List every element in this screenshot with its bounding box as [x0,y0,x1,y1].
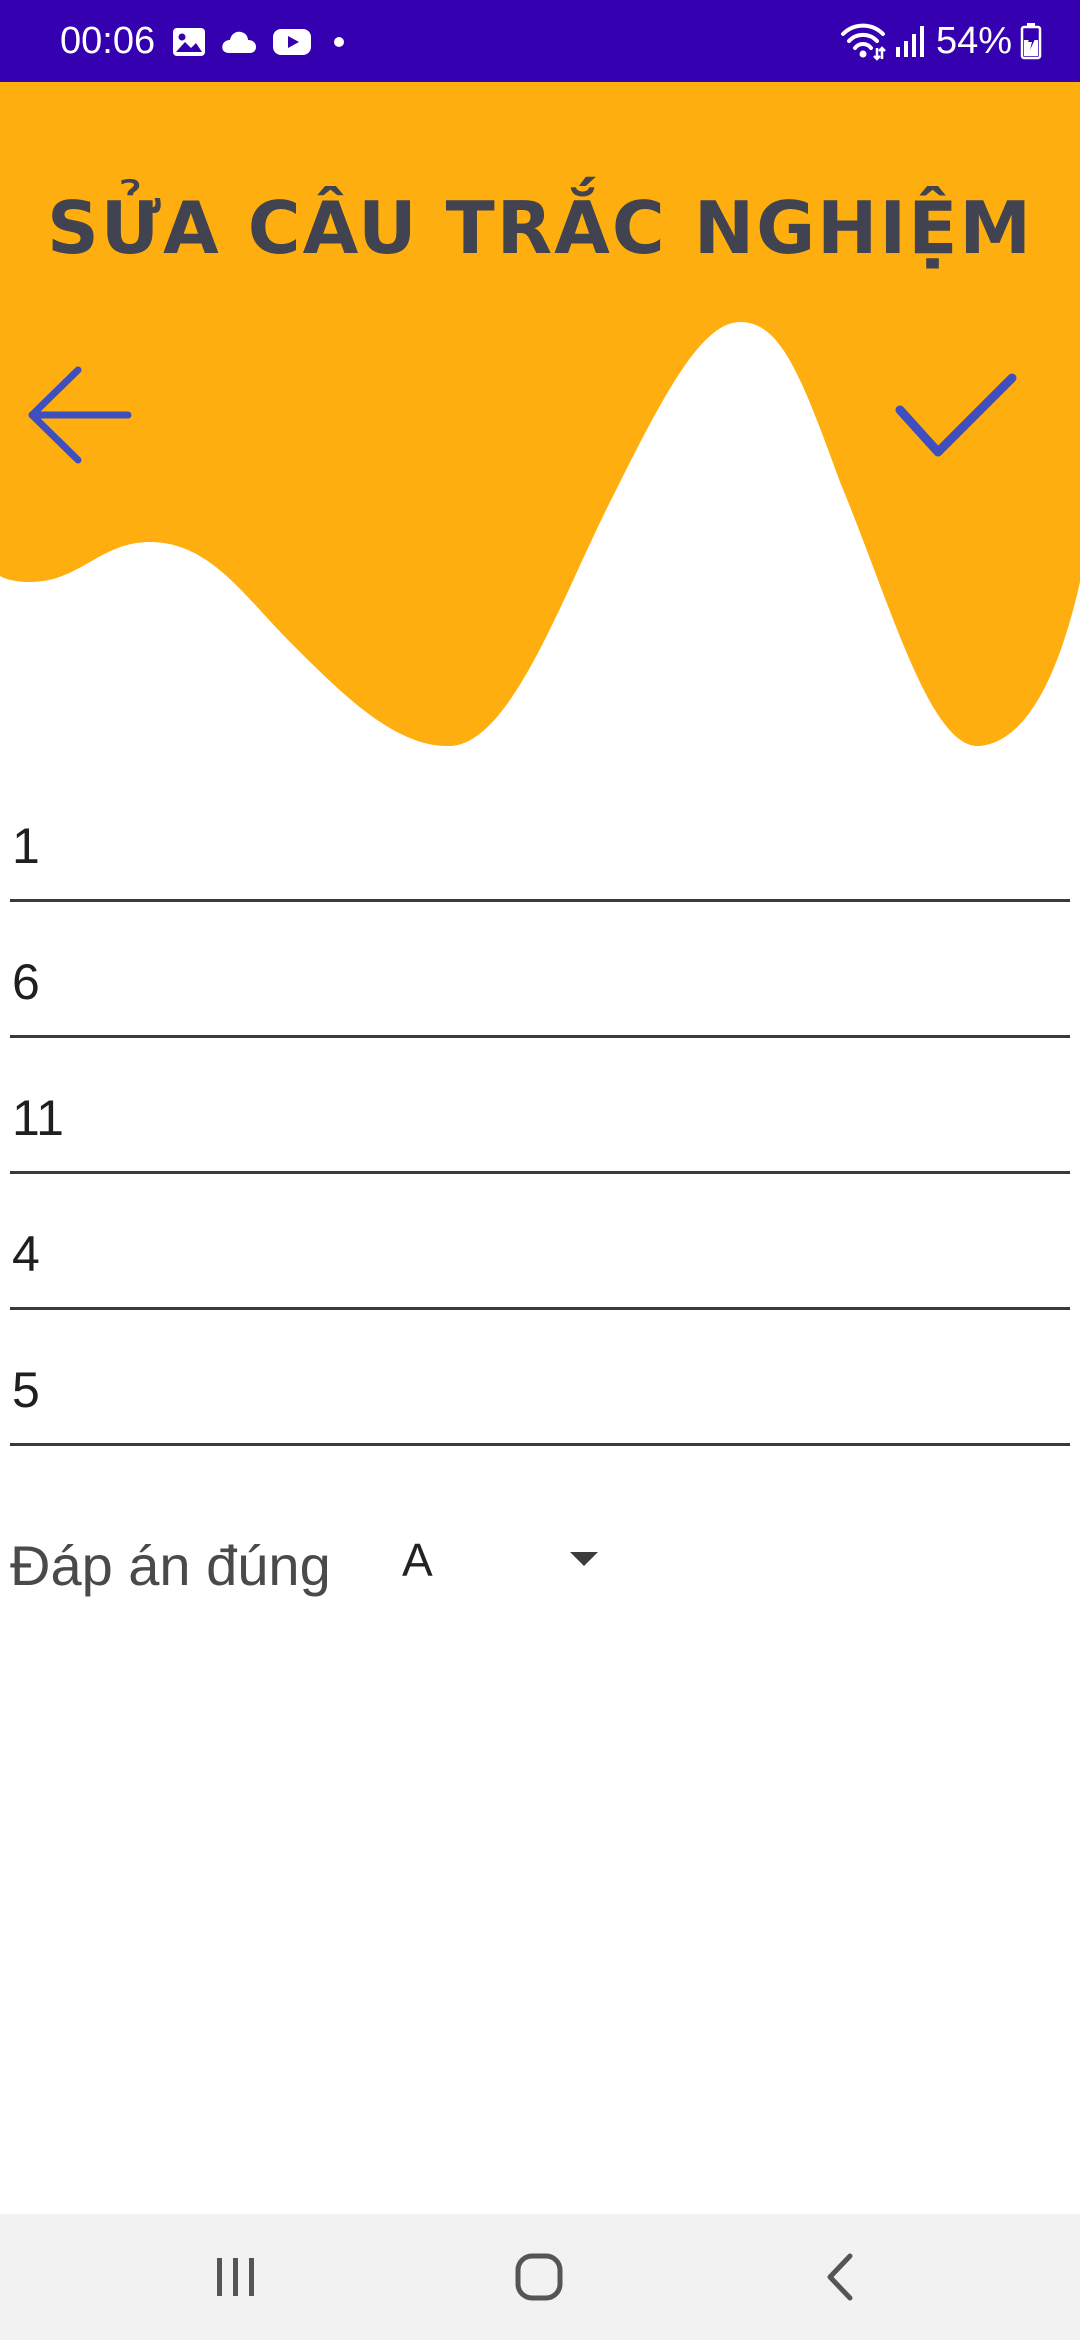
cloud-icon [222,31,256,53]
option-c-field[interactable] [10,1200,1070,1310]
arrow-left-icon [28,366,132,464]
correct-answer-label: Đáp án đúng [10,1534,331,1597]
option-b-field[interactable] [10,1064,1070,1174]
question-field[interactable] [10,792,1070,902]
home-icon [515,2253,563,2301]
check-icon [895,373,1017,457]
battery-percent: 54% [935,20,1012,62]
status-bar: 00:06 54% [0,0,1080,82]
dot-icon [334,37,344,47]
option-a-field[interactable] [10,928,1070,1038]
wifi-icon [840,23,886,61]
correct-answer-value: A [402,1534,433,1586]
correct-answer-dropdown[interactable]: A [380,1520,610,1610]
navigation-bar [0,2214,1080,2340]
status-icons-right: 54% [840,16,1042,66]
image-icon [173,28,205,56]
back-icon [827,2253,853,2301]
home-button[interactable] [478,2234,598,2320]
status-time: 00:06 [60,20,156,62]
battery-icon [1020,23,1042,60]
page-title: SỬA CÂU TRẮC NGHIỆM [46,186,1034,270]
option-d-field[interactable] [10,1336,1070,1446]
back-button[interactable] [22,360,132,470]
back-nav-button[interactable] [780,2234,900,2320]
status-icons-left [172,22,344,62]
screen: 00:06 54% SỬA CÂU TRẮC NGHIỆM 1 6 11 4 5… [0,0,1080,2340]
confirm-button[interactable] [890,360,1030,470]
dropdown-arrow-icon [570,1552,598,1566]
youtube-icon [273,29,311,55]
recent-apps-icon [217,2258,254,2296]
recent-apps-button[interactable] [175,2234,295,2320]
signal-icon [895,26,924,57]
